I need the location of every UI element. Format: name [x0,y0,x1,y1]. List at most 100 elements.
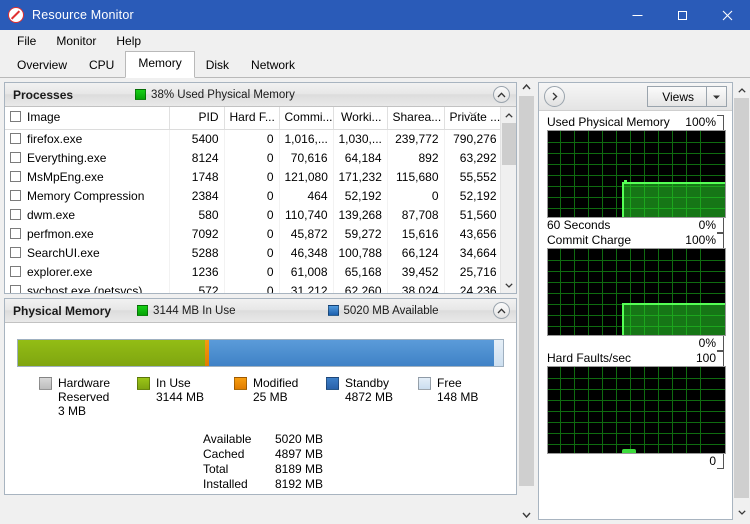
tab-cpu[interactable]: CPU [78,53,125,78]
free-label: Free [437,376,462,390]
column-header-hardfaults[interactable]: Hard F... [224,107,280,130]
row-checkbox[interactable] [10,170,21,182]
maximize-button[interactable] [660,0,705,30]
hardware-reserved-swatch [39,377,52,390]
menu-item-monitor[interactable]: Monitor [47,31,105,51]
cell-shareable: 66,124 [387,243,445,263]
modified-label: Modified [253,376,299,390]
modified-legend-swatch [234,377,247,390]
row-checkbox[interactable] [10,132,21,144]
sidebar-scroll-track[interactable] [733,98,750,504]
row-checkbox[interactable] [10,265,21,277]
graph-canvas-hard-faults [547,366,726,454]
table-row[interactable]: MsMpEng.exe 1748 0 121,080 171,232 115,680 55,… [5,167,500,187]
cell-shareable: 87,708 [387,205,445,225]
main-scroll-track[interactable] [517,96,536,506]
row-checkbox[interactable] [10,284,21,293]
sidebar-scrollbar[interactable] [733,82,750,520]
table-row[interactable]: perfmon.exe 7092 0 45,872 59,272 15,616 43,656 [5,224,500,244]
row-checkbox[interactable] [10,227,21,239]
tab-network[interactable]: Network [240,53,306,78]
scroll-down-button[interactable] [500,277,516,293]
row-checkbox[interactable] [10,151,21,163]
graph-xlabel-60-seconds: 60 Seconds [547,218,611,232]
cell-commit: 121,080 [279,167,334,187]
table-row[interactable]: Everything.exe 8124 0 70,616 64,184 892 63,292 [5,148,500,168]
graph-footer-used-physical-memory: 60 Seconds 0% [547,218,726,233]
graph-commit-charge: Commit Charge 100% 0% [547,233,726,351]
main-scroll-thumb[interactable] [519,96,534,486]
table-row[interactable]: Memory Compression 2384 0 464 52,192 0 52,192 [5,186,500,206]
main-scroll-up-button[interactable] [517,78,536,96]
processes-panel-header[interactable]: Processes 38% Used Physical Memory [5,83,516,107]
stat-label-cached: Cached [203,447,245,461]
views-button[interactable]: Views [647,86,727,107]
cell-commit: 31,212 [279,281,334,293]
tab-memory[interactable]: Memory [125,51,195,78]
cell-image: Memory Compression [5,186,170,206]
graph-min-hard-faults: 0 [709,454,716,468]
processes-scroll-thumb[interactable] [501,123,516,165]
row-checkbox[interactable] [10,189,21,201]
cell-hardfaults: 0 [224,129,280,149]
processes-collapse-button[interactable] [493,86,510,103]
menu-item-help[interactable]: Help [107,31,150,51]
stat-installed: Installed 8192 MB [203,477,504,492]
sidebar-expand-button[interactable] [544,86,565,107]
cell-private: 55,552 [444,167,500,187]
in-use-legend-swatch [137,377,150,390]
memory-available-legend: 5020 MB Available [327,305,439,317]
available-swatch [327,305,339,316]
graph-canvas-commit-charge [547,248,726,336]
table-row[interactable]: SearchUI.exe 5288 0 46,348 100,788 66,124 34,6… [5,243,500,263]
cell-hardfaults: 0 [224,281,280,293]
cell-hardfaults: 0 [224,224,280,244]
tab-disk[interactable]: Disk [195,53,240,78]
scroll-up-button[interactable] [500,107,516,123]
axis-bracket-top [717,351,724,366]
tab-overview[interactable]: Overview [6,53,78,78]
sidebar-scroll-up-button[interactable] [733,82,750,98]
graph-spike-hard-faults [622,449,637,453]
physical-memory-collapse-button[interactable] [493,302,510,319]
cell-private: 63,292 [444,148,500,168]
column-header-image[interactable]: Image [5,107,170,130]
select-all-checkbox[interactable] [10,111,21,123]
right-sidebar: Views Used Physical Memory 100% 60 Secon… [536,78,750,524]
main-scroll-down-button[interactable] [517,506,536,524]
row-checkbox[interactable] [10,208,21,220]
cell-working: 171,232 [333,167,388,187]
processes-scroll-track[interactable] [500,123,516,277]
table-row[interactable]: explorer.exe 1236 0 61,008 65,168 39,452 25,71… [5,262,500,282]
cell-working: 59,272 [333,224,388,244]
minimize-button[interactable] [615,0,660,30]
column-header-working[interactable]: Worki... [333,107,388,130]
physical-memory-panel-header[interactable]: Physical Memory 3144 MB In Use 5020 MB A… [5,299,516,323]
column-header-pid[interactable]: PID [169,107,225,130]
cell-commit: 464 [279,186,334,206]
column-header-commit[interactable]: Commi... [279,107,334,130]
menu-item-file[interactable]: File [8,31,45,51]
stat-value-available: 5020 MB [275,432,324,446]
standby-value: 4872 MB [345,390,394,404]
in-use-label: In Use [156,376,191,390]
chevron-down-icon[interactable] [707,94,726,100]
processes-scrollbar[interactable] [500,107,516,293]
memory-stats: Available 5020 MB Cached 4897 MB Total 8189… [17,432,504,492]
memory-inuse-legend: 3144 MB In Use [137,305,236,317]
hardware-reserved-label2: Reserved [58,390,110,404]
views-button-label: Views [662,89,694,104]
column-header-shareable[interactable]: Sharea... [387,107,445,130]
table-row[interactable]: dwm.exe 580 0 110,740 139,268 87,708 51,560 [5,205,500,225]
sidebar-scroll-down-button[interactable] [733,504,750,520]
row-checkbox[interactable] [10,246,21,258]
cell-pid: 5400 [169,129,225,149]
table-row[interactable]: svchost.exe (netsvcs) 572 0 31,212 62,260 38,… [5,281,500,293]
cell-pid: 5288 [169,243,225,263]
close-button[interactable] [705,0,750,30]
sidebar-scroll-thumb[interactable] [734,98,749,498]
table-row[interactable]: firefox.exe 5400 0 1,016,... 1,030,... 239,77… [5,129,500,149]
column-header-private[interactable]: Private ... [444,107,500,130]
graph-title-used-physical-memory: Used Physical Memory [547,115,670,129]
main-scrollbar[interactable] [517,78,536,524]
